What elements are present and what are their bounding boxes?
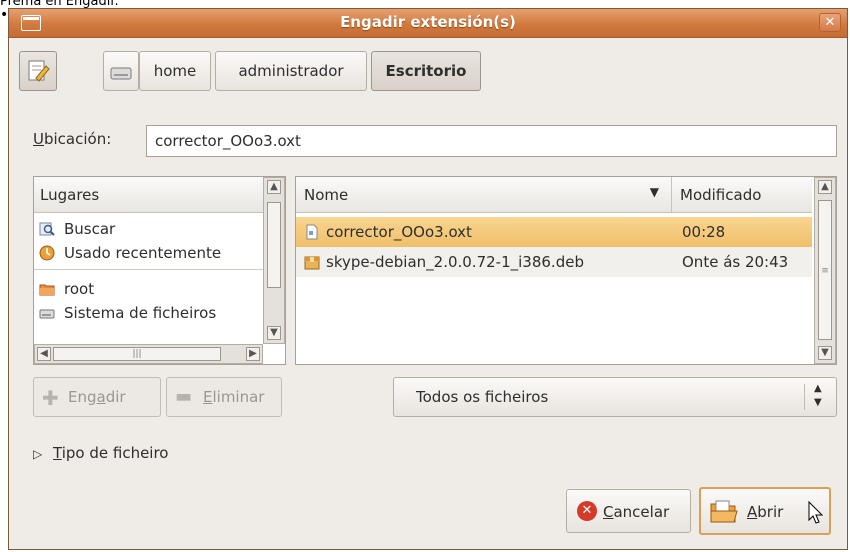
cancel-icon: ✕ — [577, 501, 597, 521]
file-filter-combo[interactable]: Todos os ficheiros ▲ ▼ — [393, 377, 837, 417]
path-segment-home[interactable]: home — [139, 51, 211, 91]
places-vertical-scrollbar[interactable]: ▲ ▼ — [263, 177, 285, 344]
add-icon: ✚ — [42, 386, 59, 410]
scroll-left-arrow[interactable]: ◀ — [37, 347, 51, 361]
file-chooser-dialog: Engadir extensión(s) ✕ home administrado… — [8, 8, 848, 550]
type-location-toggle-button[interactable] — [19, 51, 57, 91]
location-input[interactable]: corrector_OOo3.oxt — [146, 125, 837, 157]
edit-icon — [28, 60, 50, 82]
package-icon — [304, 256, 320, 270]
mouse-cursor-icon — [808, 501, 824, 524]
expander-arrow-icon: ▷ — [33, 447, 43, 461]
scroll-down-arrow[interactable]: ▼ — [267, 326, 281, 340]
updown-chevron-icon: ▲ ▼ — [814, 383, 822, 408]
open-button[interactable]: Abrir — [699, 487, 831, 535]
file-type-expander[interactable]: ▷ Tipo de ficheiro — [33, 444, 168, 462]
scroll-thumb[interactable]: ≡ — [818, 200, 832, 340]
scroll-h-thumb[interactable]: ||| — [53, 347, 221, 361]
path-drive-button[interactable] — [103, 51, 139, 91]
path-segment-escritorio[interactable]: Escritorio — [371, 51, 481, 91]
title-bar[interactable]: Engadir extensión(s) ✕ — [9, 9, 847, 38]
sort-chevron-icon: ▼ — [649, 185, 659, 199]
open-folder-icon — [710, 500, 738, 523]
scroll-up-arrow[interactable]: ▲ — [818, 180, 832, 194]
add-button[interactable]: ✚ Engadir — [33, 377, 161, 417]
document-icon — [306, 224, 318, 240]
places-separator — [34, 269, 263, 270]
places-panel: Lugares Buscar Usado recentemente root S… — [33, 176, 286, 365]
search-icon — [39, 222, 55, 236]
remove-button[interactable]: ▬ Eliminar — [166, 377, 282, 417]
drive-icon — [110, 67, 132, 80]
scroll-thumb[interactable] — [267, 202, 281, 288]
place-item-sistema-de-ficheiros[interactable]: Sistema de ficheiros — [34, 301, 263, 325]
drive-icon — [39, 309, 55, 319]
places-header[interactable]: Lugares — [34, 177, 263, 213]
files-panel: Nome ▼ Modificado corrector_OOo3.oxt 00:… — [295, 176, 837, 365]
remove-icon: ▬ — [175, 386, 193, 407]
location-value: corrector_OOo3.oxt — [155, 132, 301, 150]
scroll-down-arrow[interactable]: ▼ — [818, 346, 832, 360]
scroll-up-arrow[interactable]: ▲ — [267, 180, 281, 194]
recent-icon — [39, 245, 55, 261]
scroll-right-arrow[interactable]: ▶ — [246, 347, 260, 361]
name-column-header[interactable]: Nome ▼ — [296, 177, 672, 213]
files-vertical-scrollbar[interactable]: ▲ ≡ ▼ — [814, 177, 836, 364]
modified-column-header[interactable]: Modificado — [672, 177, 812, 213]
location-label: Ubicación: — [33, 130, 112, 148]
cancel-button[interactable]: ✕ Cancelar — [566, 489, 691, 533]
place-item-buscar[interactable]: Buscar — [34, 217, 263, 241]
window-title: Engadir extensión(s) — [340, 13, 516, 31]
file-row[interactable]: skype-debian_2.0.0.72-1_i386.deb Onte ás… — [296, 247, 812, 277]
file-row-selected[interactable]: corrector_OOo3.oxt 00:28 — [296, 217, 812, 247]
place-item-usado-recentemente[interactable]: Usado recentemente — [34, 241, 263, 265]
places-horizontal-scrollbar[interactable]: ◀ ||| ▶ — [34, 344, 263, 364]
path-segment-administrador[interactable]: administrador — [215, 51, 367, 91]
place-item-root[interactable]: root — [34, 277, 263, 301]
home-folder-icon — [39, 284, 55, 296]
combo-separator — [804, 384, 805, 410]
close-button[interactable]: ✕ — [819, 13, 841, 32]
